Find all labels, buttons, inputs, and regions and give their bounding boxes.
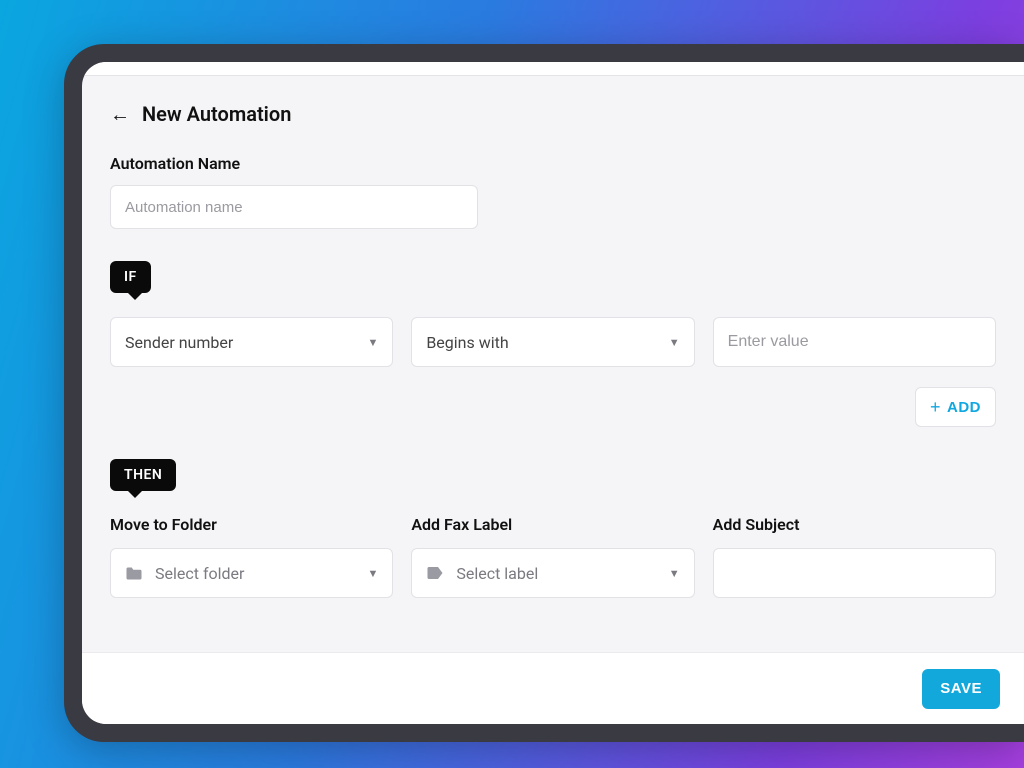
automation-name-label: Automation Name <box>110 154 996 173</box>
operator-select[interactable]: Begins with ▼ <box>411 317 694 367</box>
back-arrow-icon[interactable]: ← <box>110 104 130 124</box>
move-folder-label: Move to Folder <box>110 515 393 534</box>
automation-name-group: Automation Name <box>110 154 996 229</box>
condition-field-value: Sender number <box>125 333 359 352</box>
content-area: ← New Automation Automation Name IF Send… <box>82 76 1024 598</box>
operator-value: Begins with <box>426 333 660 352</box>
then-labels-row: Move to Folder Add Fax Label Add Subject <box>110 515 996 534</box>
page-header: ← New Automation <box>110 102 996 126</box>
add-subject-input[interactable] <box>728 549 981 597</box>
condition-field-select[interactable]: Sender number ▼ <box>110 317 393 367</box>
if-tag: IF <box>110 261 151 293</box>
save-button[interactable]: SAVE <box>922 669 1000 709</box>
screen: ← New Automation Automation Name IF Send… <box>82 62 1024 724</box>
footer-bar: SAVE <box>82 652 1024 724</box>
then-row: Select folder ▼ Select label ▼ <box>110 548 996 598</box>
chevron-down-icon: ▼ <box>367 567 378 580</box>
chevron-down-icon: ▼ <box>367 336 378 349</box>
folder-icon <box>125 566 143 581</box>
page-title: New Automation <box>142 102 291 126</box>
add-subject-input-wrap <box>713 548 996 598</box>
chevron-down-icon: ▼ <box>669 567 680 580</box>
condition-value-input[interactable] <box>728 318 981 366</box>
add-label-placeholder: Select label <box>456 564 660 583</box>
automation-name-input[interactable] <box>110 185 478 229</box>
add-label-label: Add Fax Label <box>411 515 694 534</box>
if-row: Sender number ▼ Begins with ▼ <box>110 317 996 367</box>
if-section: IF Sender number ▼ Begins with ▼ <box>110 261 996 427</box>
label-icon <box>426 566 444 580</box>
add-condition-button[interactable]: + ADD <box>915 387 996 427</box>
plus-icon: + <box>930 398 941 416</box>
add-label-select[interactable]: Select label ▼ <box>411 548 694 598</box>
device-frame: ← New Automation Automation Name IF Send… <box>64 44 1024 742</box>
then-tag: THEN <box>110 459 176 491</box>
move-folder-select[interactable]: Select folder ▼ <box>110 548 393 598</box>
move-folder-placeholder: Select folder <box>155 564 359 583</box>
then-section: THEN Move to Folder Add Fax Label Add Su… <box>110 459 996 598</box>
condition-value-input-wrap <box>713 317 996 367</box>
add-subject-label: Add Subject <box>713 515 996 534</box>
top-strip <box>82 62 1024 76</box>
add-condition-row: + ADD <box>110 387 996 427</box>
chevron-down-icon: ▼ <box>669 336 680 349</box>
add-condition-label: ADD <box>947 399 981 416</box>
save-button-label: SAVE <box>940 680 982 697</box>
